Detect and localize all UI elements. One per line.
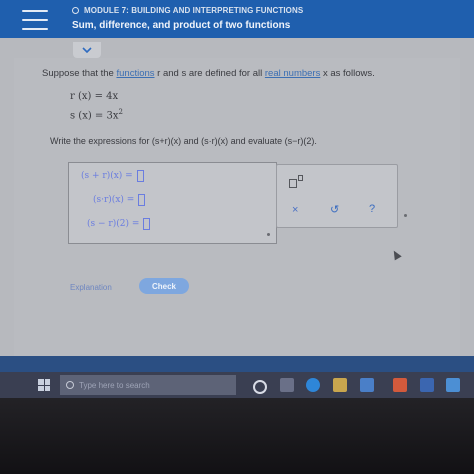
monitor-bezel	[0, 398, 474, 474]
help-button[interactable]: ?	[369, 203, 375, 215]
question-panel: Suppose that the functions r and s are d…	[14, 58, 460, 398]
intro-text: Suppose that the	[42, 68, 117, 79]
edge-icon[interactable]	[306, 378, 320, 392]
exponent-icon[interactable]	[289, 175, 305, 189]
amazon-icon[interactable]	[420, 378, 434, 392]
equation-s: s (x) = 3x2	[70, 108, 123, 121]
dot-mark	[404, 214, 407, 217]
office-icon[interactable]	[393, 378, 407, 392]
answer-label-difference: (s − r)(2) =	[87, 219, 140, 229]
windows-start-icon[interactable]	[38, 379, 50, 391]
product-input[interactable]	[138, 194, 146, 206]
app-header: MODULE 7: BUILDING AND INTERPRETING FUNC…	[0, 0, 474, 38]
equation-r: r (x) = 4x	[70, 91, 119, 102]
menu-icon[interactable]	[22, 10, 48, 30]
answer-box: (s + r)(x) = (s·r)(x) = (s − r)(2) =	[68, 162, 277, 244]
collapse-toggle[interactable]	[73, 42, 101, 58]
equation-s-base: s (x) = 3x	[70, 110, 119, 122]
explanation-button[interactable]: Explanation	[70, 283, 112, 292]
answer-row-difference: (s − r)(2) =	[87, 218, 151, 230]
answer-label-sum: (s + r)(x) =	[81, 171, 133, 181]
search-icon	[66, 381, 74, 389]
taskbar-search[interactable]: Type here to search	[60, 375, 236, 395]
cortana-icon[interactable]	[253, 380, 267, 394]
mail-icon[interactable]	[446, 378, 460, 392]
clear-button[interactable]: ×	[292, 204, 298, 216]
equation-s-exponent: 2	[118, 108, 123, 116]
check-button[interactable]: Check	[139, 278, 189, 294]
sum-input[interactable]	[136, 170, 144, 182]
file-explorer-icon[interactable]	[333, 378, 347, 392]
screen: MODULE 7: BUILDING AND INTERPRETING FUNC…	[0, 0, 474, 398]
functions-link[interactable]: functions	[116, 68, 154, 79]
store-icon[interactable]	[360, 378, 374, 392]
intro-text-end: x as follows.	[320, 68, 375, 79]
footer-strip	[0, 356, 474, 372]
chevron-down-icon	[82, 47, 92, 53]
math-tools-panel: × ↺ ?	[276, 164, 398, 228]
undo-button[interactable]: ↺	[330, 203, 339, 216]
answer-row-sum: (s + r)(x) =	[81, 170, 144, 182]
module-circle-icon	[72, 7, 79, 14]
windows-taskbar: Type here to search	[0, 372, 474, 398]
answer-label-product: (s·r)(x) =	[93, 195, 135, 205]
module-text: MODULE 7: BUILDING AND INTERPRETING FUNC…	[84, 6, 304, 15]
dot-mark	[267, 233, 270, 236]
topic-title: Sum, difference, and product of two func…	[72, 20, 291, 31]
search-placeholder: Type here to search	[79, 380, 150, 390]
problem-intro: Suppose that the functions r and s are d…	[42, 68, 462, 79]
real-numbers-link[interactable]: real numbers	[265, 68, 320, 79]
task-instruction: Write the expressions for (s+r)(x) and (…	[50, 136, 317, 146]
intro-text-mid: r and s are defined for all	[154, 68, 265, 79]
task-view-icon[interactable]	[280, 378, 294, 392]
difference-input[interactable]	[143, 218, 151, 230]
action-bar: Explanation Check	[14, 278, 460, 304]
answer-row-product: (s·r)(x) =	[93, 194, 146, 206]
module-label: MODULE 7: BUILDING AND INTERPRETING FUNC…	[72, 6, 303, 15]
